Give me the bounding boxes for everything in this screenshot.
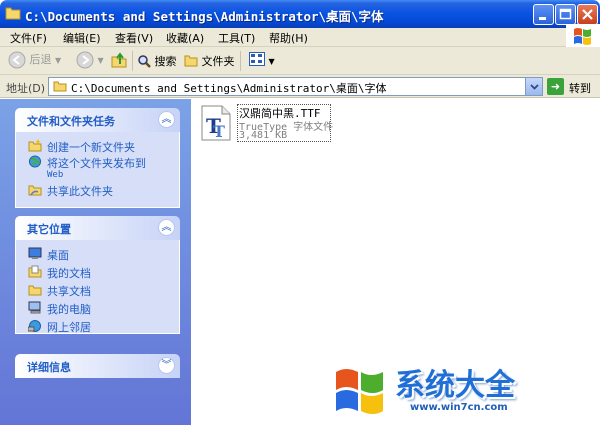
other-places-body: 桌面 我的文档 共享文档 我的电脑 网上邻居 bbox=[15, 240, 180, 334]
file-size: 3,481 KB bbox=[239, 130, 288, 141]
folders-icon bbox=[184, 55, 198, 67]
forward-button[interactable]: ▼ bbox=[76, 51, 104, 69]
views-button[interactable]: ▼ bbox=[249, 52, 275, 67]
collapse-icon[interactable]: ︽ bbox=[158, 219, 175, 236]
views-dropdown-icon: ▼ bbox=[268, 57, 275, 66]
windows-flag-icon bbox=[574, 28, 591, 45]
watermark-logo: 系统大全 www.win7cn.com bbox=[330, 350, 600, 425]
task-share-folder[interactable]: 共享此文件夹 bbox=[28, 182, 179, 198]
file-tasks-header[interactable]: 文件和文件夹任务 ︽ bbox=[15, 108, 180, 132]
search-button[interactable]: 搜索 bbox=[137, 53, 177, 69]
maximize-button[interactable] bbox=[555, 4, 576, 25]
place-desktop[interactable]: 桌面 bbox=[28, 246, 179, 264]
file-tasks-panel: 文件和文件夹任务 ︽ 创建一个新文件夹 将这个文件夹发布到 Web 共享此文件夹 bbox=[15, 108, 180, 208]
other-places-header[interactable]: 其它位置 ︽ bbox=[15, 216, 180, 240]
folders-button[interactable]: 文件夹 bbox=[184, 53, 235, 69]
task-new-folder[interactable]: 创建一个新文件夹 bbox=[28, 138, 179, 154]
address-bar: 地址(D) C:\Documents and Settings\Administ… bbox=[0, 75, 600, 98]
watermark-text: 系统大全 bbox=[395, 368, 515, 403]
window-title: C:\Documents and Settings\Administrator\… bbox=[25, 9, 384, 24]
forward-arrow-icon bbox=[76, 51, 94, 69]
folder-icon bbox=[5, 7, 21, 20]
forward-dropdown-icon: ▼ bbox=[97, 56, 104, 65]
task-label: 创建一个新文件夹 bbox=[47, 141, 135, 154]
close-icon bbox=[582, 9, 593, 20]
toolbar: 后退 ▼ ▼ 搜索 文件夹 ▼ bbox=[0, 47, 600, 75]
toolbar-separator bbox=[240, 51, 241, 71]
search-icon bbox=[138, 55, 151, 68]
expand-icon[interactable]: ︾ bbox=[158, 357, 175, 374]
svg-text:T: T bbox=[213, 122, 225, 141]
desktop-icon bbox=[28, 247, 42, 259]
file-tasks-title: 文件和文件夹任务 bbox=[27, 115, 115, 128]
back-arrow-icon bbox=[8, 51, 26, 69]
my-computer-icon bbox=[28, 301, 41, 314]
details-header[interactable]: 详细信息 ︾ bbox=[15, 354, 180, 378]
task-label: 共享此文件夹 bbox=[47, 185, 113, 198]
other-places-title: 其它位置 bbox=[27, 223, 71, 236]
truetype-font-icon: T T bbox=[201, 105, 231, 141]
search-label: 搜索 bbox=[154, 55, 177, 68]
title-bar[interactable]: C:\Documents and Settings\Administrator\… bbox=[0, 0, 600, 28]
menu-file[interactable]: 文件(F) bbox=[10, 30, 47, 46]
place-label: 桌面 bbox=[47, 249, 69, 262]
go-label: 转到 bbox=[569, 82, 591, 95]
place-my-documents[interactable]: 我的文档 bbox=[28, 264, 179, 282]
place-label: 共享文档 bbox=[47, 285, 91, 298]
up-folder-button[interactable] bbox=[110, 51, 128, 72]
back-button[interactable]: 后退 ▼ bbox=[8, 51, 61, 69]
menu-bar: 文件(F) 编辑(E) 查看(V) 收藏(A) 工具(T) 帮助(H) bbox=[0, 28, 600, 47]
place-my-computer[interactable]: 我的电脑 bbox=[28, 300, 179, 318]
details-panel: 详细信息 ︾ bbox=[15, 354, 180, 378]
address-value: C:\Documents and Settings\Administrator\… bbox=[71, 82, 387, 95]
close-button[interactable] bbox=[577, 4, 598, 25]
address-label: 地址(D) bbox=[6, 82, 46, 95]
minimize-icon bbox=[539, 17, 546, 20]
watermark-url: www.win7cn.com bbox=[410, 402, 508, 413]
network-places-icon bbox=[28, 320, 41, 332]
windows-logo bbox=[566, 24, 600, 49]
task-publish-web[interactable]: 将这个文件夹发布到 bbox=[28, 154, 179, 170]
address-input[interactable]: C:\Documents and Settings\Administrator\… bbox=[48, 77, 543, 96]
publish-web-icon bbox=[28, 155, 42, 168]
task-sublabel: Web bbox=[47, 170, 64, 180]
collapse-icon[interactable]: ︽ bbox=[158, 111, 175, 128]
new-folder-icon bbox=[28, 139, 42, 152]
menu-edit[interactable]: 编辑(E) bbox=[63, 30, 101, 46]
go-arrow-icon: ➜ bbox=[547, 78, 564, 95]
place-label: 我的电脑 bbox=[47, 303, 91, 316]
windows-logo-icon bbox=[336, 369, 383, 414]
go-button[interactable]: ➜ 转到 bbox=[547, 78, 597, 96]
file-tasks-body: 创建一个新文件夹 将这个文件夹发布到 Web 共享此文件夹 bbox=[15, 132, 180, 208]
task-pane: 文件和文件夹任务 ︽ 创建一个新文件夹 将这个文件夹发布到 Web 共享此文件夹… bbox=[0, 99, 191, 425]
address-dropdown-button[interactable] bbox=[525, 78, 542, 95]
menu-view[interactable]: 查看(V) bbox=[115, 30, 153, 46]
place-label: 网上邻居 bbox=[47, 321, 91, 334]
folders-label: 文件夹 bbox=[201, 55, 235, 68]
shared-documents-icon bbox=[28, 285, 42, 296]
views-grid-icon bbox=[249, 52, 265, 66]
toolbar-separator bbox=[132, 51, 133, 71]
details-title: 详细信息 bbox=[27, 361, 71, 374]
folder-icon bbox=[53, 81, 67, 92]
place-label: 我的文档 bbox=[47, 267, 91, 280]
place-network[interactable]: 网上邻居 bbox=[28, 318, 179, 336]
menu-tools[interactable]: 工具(T) bbox=[218, 30, 255, 46]
up-folder-icon bbox=[111, 52, 127, 68]
menu-favorites[interactable]: 收藏(A) bbox=[166, 30, 204, 46]
other-places-panel: 其它位置 ︽ 桌面 我的文档 共享文档 我的电脑 网上邻居 bbox=[15, 216, 180, 334]
place-shared-documents[interactable]: 共享文档 bbox=[28, 282, 179, 300]
minimize-button[interactable] bbox=[533, 4, 554, 25]
maximize-icon bbox=[559, 8, 572, 20]
back-label: 后退 bbox=[29, 53, 52, 66]
menu-help[interactable]: 帮助(H) bbox=[269, 30, 308, 46]
task-label: 将这个文件夹发布到 bbox=[47, 157, 146, 170]
share-folder-icon bbox=[28, 185, 42, 196]
chevron-down-icon bbox=[530, 84, 539, 90]
back-dropdown-icon: ▼ bbox=[55, 56, 62, 65]
my-documents-icon bbox=[28, 265, 42, 278]
file-item[interactable]: T T 汉鼎简中黑.TTF TrueType 字体文件 3,481 KB bbox=[199, 104, 339, 146]
